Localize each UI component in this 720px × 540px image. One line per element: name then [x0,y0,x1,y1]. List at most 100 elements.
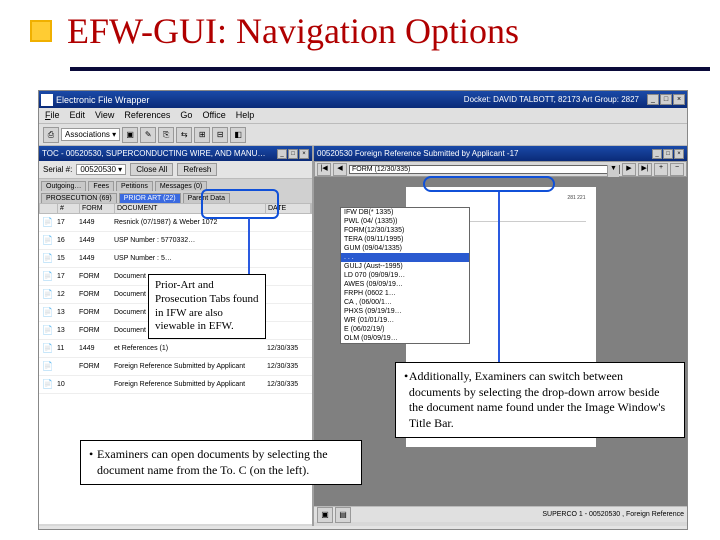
serial-label: Serial #: [43,165,72,174]
toolbar: ⎙ Associations ▾ ▣ ✎ ⎘ ⇆ ⊞ ⊟ ◧ [39,124,687,146]
refresh-button[interactable]: Refresh [177,163,217,176]
app-icon [41,94,53,106]
dropdown-item[interactable]: IFW DB(* 1335) [341,208,469,217]
image-pane: 00520530 Foreign Reference Submitted by … [314,146,687,526]
menu-references[interactable]: References [124,110,170,121]
toc-tabs-row1: Outgoing… Fees Petitions Messages (0) [39,179,312,191]
dropdown-list-open[interactable]: IFW DB(* 1335)PWL (04/ (1335))FORM(12/30… [340,207,470,344]
btm-tool-2[interactable]: ▤ [335,507,351,523]
callout-tabs: Prior-Art and Prosecution Tabs found in … [148,274,266,339]
connector-1 [248,218,250,278]
image-titlebar[interactable]: 00520530 Foreign Reference Submitted by … [314,146,687,161]
img-max-button[interactable]: □ [663,149,673,159]
doc-first-button[interactable]: |◀ [317,163,331,176]
associations-select[interactable]: Associations ▾ [61,128,120,141]
tab-outgoing[interactable]: Outgoing… [41,181,86,191]
table-row[interactable]: 📄FORMForeign Reference Submitted by Appl… [39,358,312,376]
col-date[interactable]: DATE [266,204,311,213]
tool-btn-2[interactable]: ✎ [140,127,156,143]
toc-list-header: # FORM DOCUMENT DATE [39,203,312,214]
col-doc[interactable]: DOCUMENT [115,204,266,213]
tab-prior-art[interactable]: PRIOR ART (22) [119,193,181,203]
minimize-button[interactable]: _ [647,94,659,105]
toc-tabs-row2: PROSECUTION (69) PRIOR ART (22) Parent D… [39,191,312,203]
doc-next-button[interactable]: ▶ [622,163,636,176]
col-num[interactable]: # [58,204,80,213]
connector-2 [498,192,500,362]
callout-dropdown: •Additionally, Examiners can switch betw… [395,362,685,438]
toc-title-text: TOC - 00520530, SUPERCONDUCTING WIRE, AN… [42,149,265,158]
bottom-toolbar: ▣ ▤ SUPERCO 1 - 00520530 , Foreign Refer… [314,506,687,522]
slide-title: EFW-GUI: Navigation Options [67,10,519,52]
menu-office[interactable]: Office [202,110,225,121]
tab-prosecution[interactable]: PROSECUTION (69) [41,193,117,203]
toc-close-button[interactable]: × [299,149,309,159]
img-close-button[interactable]: × [674,149,684,159]
title-bullet-icon [30,20,52,42]
col-form[interactable]: FORM [80,204,115,213]
btm-status: SUPERCO 1 - 00520530 , Foreign Reference [542,511,684,518]
dropdown-item[interactable]: . . . [341,253,469,262]
dropdown-item[interactable]: GULJ (Aust--1995) [341,262,469,271]
dropdown-item[interactable]: FORM(12/30/1335) [341,226,469,235]
tab-petitions[interactable]: Petitions [116,181,153,191]
app-title: Electronic File Wrapper [56,95,149,105]
doc-prev-button[interactable]: ◀ [333,163,347,176]
menu-bar: File Edit View References Go Office Help [39,108,687,124]
menu-go[interactable]: Go [180,110,192,121]
dropdown-item[interactable]: LD 070 (09/09/19… [341,271,469,280]
window-titlebar[interactable]: Electronic File Wrapper Docket: DAVID TA… [39,91,687,108]
tool-btn-1[interactable]: ▣ [122,127,138,143]
tool-btn-7[interactable]: ◧ [230,127,246,143]
menu-edit[interactable]: Edit [70,110,86,121]
table-row[interactable]: 📄161449USP Number : 5770332… [39,232,312,250]
tool-btn-4[interactable]: ⇆ [176,127,192,143]
tool-icon[interactable]: ⎙ [43,127,59,143]
docket-label: Docket: DAVID TALBOTT, 82173 Art Group: … [464,95,639,104]
dropdown-item[interactable]: PHXS (09/19/19… [341,307,469,316]
col-icon[interactable] [40,204,58,213]
dropdown-item[interactable]: E (06/02/19/) [341,325,469,334]
image-title-text: 00520530 Foreign Reference Submitted by … [317,149,518,158]
btm-tool-1[interactable]: ▣ [317,507,333,523]
tab-messages[interactable]: Messages (0) [155,181,207,191]
document-area[interactable]: IFW DB(* 1335)PWL (04/ (1335))FORM(12/30… [314,177,687,522]
dropdown-item[interactable]: WR (01/01/19… [341,316,469,325]
dropdown-item[interactable]: GUM (09/04/1335) [341,244,469,253]
toc-max-button[interactable]: □ [288,149,298,159]
menu-view[interactable]: View [95,110,114,121]
close-all-button[interactable]: Close All [130,163,173,176]
dropdown-item[interactable]: OLM (09/09/19… [341,334,469,343]
table-row[interactable]: 📄171449Resnick (07/1987) & Weber 1072 [39,214,312,232]
doc-tool-2[interactable]: − [670,163,684,176]
menu-help[interactable]: Help [236,110,255,121]
table-row[interactable]: 📄10Foreign Reference Submitted by Applic… [39,376,312,394]
tool-btn-3[interactable]: ⎘ [158,127,174,143]
tab-fees[interactable]: Fees [88,181,114,191]
callout-toc: •Examiners can open documents by selecti… [80,440,362,485]
dropdown-item[interactable]: PWL (04/ (1335)) [341,217,469,226]
document-dropdown[interactable]: FORM (12/30/335) ▼ [349,165,620,174]
dropdown-item[interactable]: TERA (09/11/1995) [341,235,469,244]
dropdown-value: FORM (12/30/335) [352,166,410,173]
table-row[interactable]: 📄111449et References (1)12/30/335 [39,340,312,358]
tool-btn-6[interactable]: ⊟ [212,127,228,143]
dropdown-item[interactable]: FRPH (0602 1… [341,289,469,298]
img-min-button[interactable]: _ [652,149,662,159]
maximize-button[interactable]: □ [660,94,672,105]
doc-last-button[interactable]: ▶| [638,163,652,176]
doc-tool-1[interactable]: + [654,163,668,176]
close-button[interactable]: × [673,94,685,105]
doc-viewer-toolbar: |◀ ◀ FORM (12/30/335) ▼ ▶ ▶| + − [314,161,687,177]
serial-select[interactable]: 00520530 ▾ [76,164,126,175]
dropdown-item[interactable]: AWES (09/09/19… [341,280,469,289]
toc-min-button[interactable]: _ [277,149,287,159]
toc-titlebar[interactable]: TOC - 00520530, SUPERCONDUCTING WIRE, AN… [39,146,312,161]
table-row[interactable]: 📄151449USP Number : 5… [39,250,312,268]
dropdown-item[interactable]: CA , (06/00/1… [341,298,469,307]
dropdown-arrow-icon[interactable]: ▼ [607,165,619,178]
menu-file[interactable]: File [45,110,60,121]
tab-parent-data[interactable]: Parent Data [183,193,230,203]
title-underline [70,67,710,71]
tool-btn-5[interactable]: ⊞ [194,127,210,143]
